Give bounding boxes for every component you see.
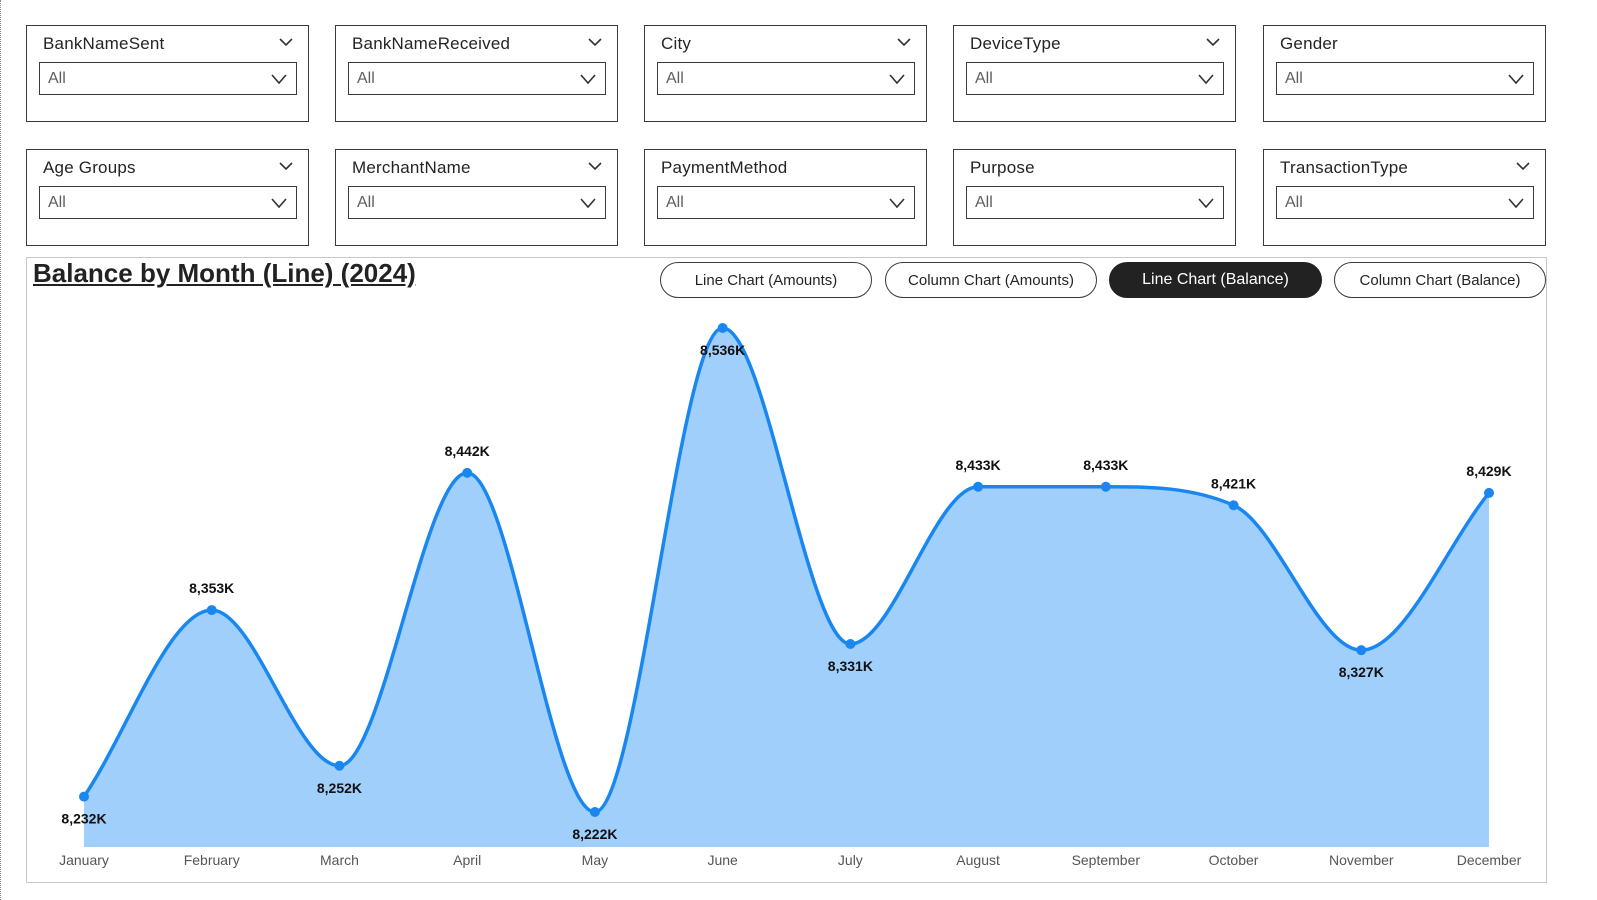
slicer-selected-value: All: [357, 70, 375, 87]
slicer-city: City All: [644, 25, 927, 122]
data-label-november: 8,327K: [1339, 664, 1384, 680]
data-label-march: 8,252K: [317, 780, 362, 796]
chevron-down-icon[interactable]: [1205, 34, 1221, 50]
slicer-dropdown[interactable]: All: [39, 62, 297, 95]
slicer-purpose: Purpose All: [953, 149, 1236, 246]
slicer-transactiontype: TransactionType All: [1263, 149, 1546, 246]
slicer-dropdown[interactable]: All: [966, 186, 1224, 219]
chevron-down-icon: [579, 194, 597, 212]
slicer-title: Gender: [1280, 34, 1338, 53]
report-page: BankNameSent All BankNameReceived All City Al…: [0, 0, 1597, 900]
chevron-down-icon[interactable]: [278, 34, 294, 50]
x-tick-april: April: [453, 852, 481, 868]
chevron-down-icon: [270, 194, 288, 212]
data-point-january[interactable]: [79, 791, 89, 802]
x-tick-may: May: [582, 852, 608, 868]
slicer-selected-value: All: [1285, 194, 1303, 211]
slicer-selected-value: All: [975, 70, 993, 87]
data-label-august: 8,433K: [956, 457, 1001, 473]
slicer-selected-value: All: [1285, 70, 1303, 87]
data-label-june: 8,536K: [700, 342, 745, 358]
slicer-title: BankNameReceived: [352, 34, 511, 53]
data-label-january: 8,232K: [61, 811, 106, 827]
slicer-selected-value: All: [48, 194, 66, 211]
data-point-may[interactable]: [589, 807, 600, 817]
chevron-down-icon: [270, 70, 288, 88]
slicer-title: Age Groups: [43, 158, 136, 177]
slicer-paymentmethod: PaymentMethod All: [644, 149, 927, 246]
chevron-down-icon: [888, 70, 906, 88]
data-label-february: 8,353K: [189, 580, 234, 596]
slicer-title: DeviceType: [970, 34, 1061, 53]
data-point-december[interactable]: [1484, 487, 1494, 498]
data-point-july[interactable]: [845, 638, 856, 649]
data-label-september: 8,433K: [1083, 457, 1128, 473]
data-point-september[interactable]: [1100, 481, 1111, 492]
slicer-dropdown[interactable]: All: [1276, 186, 1534, 219]
data-point-april[interactable]: [462, 467, 473, 478]
slicer-banknamereceived: BankNameReceived All: [335, 25, 618, 122]
slicer-title: PaymentMethod: [661, 158, 788, 177]
data-label-may: 8,222K: [572, 826, 617, 842]
slicer-dropdown[interactable]: All: [348, 62, 606, 95]
slicer-selected-value: All: [357, 194, 375, 211]
slicer-selected-value: All: [48, 70, 66, 87]
x-tick-august: August: [956, 852, 1000, 868]
x-tick-july: July: [838, 852, 863, 868]
chart-panel: Balance by Month (Line) (2024) Line Char…: [26, 257, 1547, 883]
data-point-november[interactable]: [1356, 645, 1367, 656]
data-label-july: 8,331K: [828, 658, 873, 674]
chevron-down-icon: [1507, 194, 1525, 212]
data-point-march[interactable]: [334, 760, 345, 771]
balance-line-chart: 8,232K January 8,353K February 8,252K March 8,…: [59, 323, 1522, 868]
x-tick-february: February: [184, 852, 240, 868]
data-label-april: 8,442K: [445, 443, 490, 459]
slicer-selected-value: All: [666, 70, 684, 87]
chevron-down-icon[interactable]: [1515, 158, 1531, 174]
slicer-gender: Gender All: [1263, 25, 1546, 122]
slicer-age-groups: Age Groups All: [26, 149, 309, 246]
data-point-february[interactable]: [206, 605, 217, 616]
slicer-title: TransactionType: [1280, 158, 1409, 177]
x-tick-march: March: [320, 852, 359, 868]
slicer-selected-value: All: [975, 194, 993, 211]
chevron-down-icon: [1197, 194, 1215, 212]
x-tick-december: December: [1457, 852, 1522, 868]
chevron-down-icon[interactable]: [278, 158, 294, 174]
slicer-title: BankNameSent: [43, 34, 165, 53]
page-edge: [0, 0, 1, 900]
slicer-title: City: [661, 34, 692, 53]
slicer-selected-value: All: [666, 194, 684, 211]
slicer-merchantname: MerchantName All: [335, 149, 618, 246]
slicer-dropdown[interactable]: All: [348, 186, 606, 219]
x-tick-november: November: [1329, 852, 1394, 868]
data-point-june[interactable]: [717, 323, 728, 333]
data-label-december: 8,429K: [1466, 463, 1511, 479]
x-tick-september: September: [1072, 852, 1141, 868]
slicer-devicetype: DeviceType All: [953, 25, 1236, 122]
x-tick-january: January: [59, 852, 109, 868]
x-tick-october: October: [1209, 852, 1259, 868]
slicer-dropdown[interactable]: All: [966, 62, 1224, 95]
data-point-october[interactable]: [1228, 500, 1239, 511]
chevron-down-icon[interactable]: [896, 34, 912, 50]
slicer-title: MerchantName: [352, 158, 471, 177]
chevron-down-icon[interactable]: [587, 34, 603, 50]
balance-area-fill: [84, 328, 1489, 847]
chevron-down-icon[interactable]: [587, 158, 603, 174]
chevron-down-icon: [1197, 70, 1215, 88]
chevron-down-icon: [579, 70, 597, 88]
data-point-august[interactable]: [973, 481, 984, 492]
slicer-dropdown[interactable]: All: [39, 186, 297, 219]
slicer-dropdown[interactable]: All: [1276, 62, 1534, 95]
chevron-down-icon: [888, 194, 906, 212]
slicer-banknamesent: BankNameSent All: [26, 25, 309, 122]
x-tick-june: June: [707, 852, 738, 868]
chevron-down-icon: [1507, 70, 1525, 88]
slicer-dropdown[interactable]: All: [657, 62, 915, 95]
slicer-dropdown[interactable]: All: [657, 186, 915, 219]
data-label-october: 8,421K: [1211, 475, 1256, 491]
slicer-title: Purpose: [970, 158, 1035, 177]
